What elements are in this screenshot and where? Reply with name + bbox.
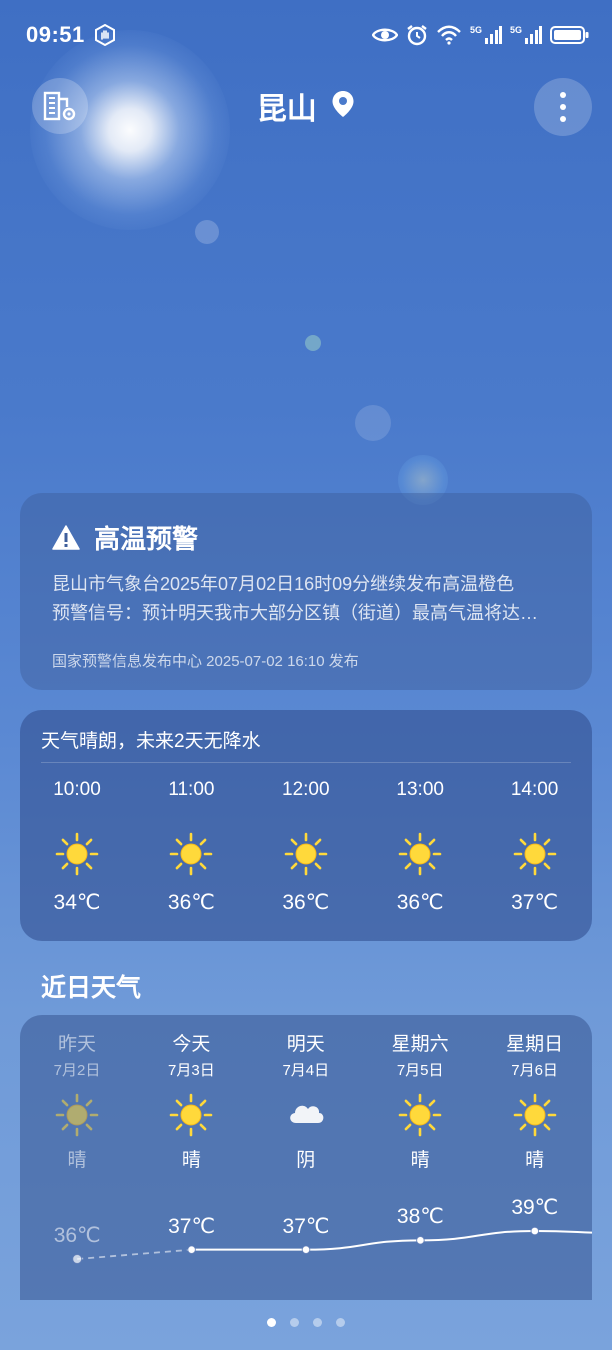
temperature-point <box>301 1245 311 1254</box>
recent-weather-title: 近日天气 <box>41 974 142 1002</box>
sun-icon <box>169 832 213 876</box>
weather-summary: 天气晴朗，未来2天无降水 <box>41 731 261 752</box>
sun-icon <box>55 832 99 876</box>
sun-icon <box>284 832 328 876</box>
hand-gesture-icon <box>94 23 116 47</box>
hour-item: 11:00 36℃ <box>134 778 248 915</box>
temperature-point <box>72 1254 83 1264</box>
alarm-icon <box>407 25 427 46</box>
hour-item: 13:00 36℃ <box>363 778 477 915</box>
status-icons: 5G 5G <box>372 22 590 48</box>
hour-time: 10:00 <box>53 779 101 800</box>
svg-text:5G: 5G <box>510 25 522 35</box>
wifi-icon <box>437 25 461 45</box>
warning-icon <box>52 524 80 550</box>
page-dot[interactable] <box>313 1318 322 1327</box>
hour-temperature: 37℃ <box>511 891 559 914</box>
day-high-temperature: 36℃ <box>53 1224 101 1247</box>
page-indicator[interactable] <box>0 1318 612 1327</box>
daily-forecast-card[interactable]: 昨天 7月2日晴今天 7月3日晴明天 7月4日阴星期六 7月5日晴星期日 7月6日晴 36… <box>20 1015 592 1300</box>
hour-temperature: 36℃ <box>282 891 330 914</box>
battery-icon <box>550 26 589 44</box>
temperature-curve <box>72 1226 592 1264</box>
warning-line-1: 昆山市气象台2025年07月02日16时09分继续发布高温橙色 <box>52 574 515 594</box>
day-high-temperature: 38℃ <box>396 1205 444 1229</box>
hour-time: 14:00 <box>510 779 559 800</box>
temperature-point <box>187 1245 196 1254</box>
hourly-forecast-card[interactable]: 天气晴朗，未来2天无降水 10:00 34℃ 11:00 36℃ 12:00 36℃ 13:… <box>20 710 592 941</box>
temperature-point <box>416 1236 425 1245</box>
svg-text:5G: 5G <box>470 25 482 35</box>
location-pin-icon <box>331 90 355 123</box>
page-dot[interactable] <box>336 1318 345 1327</box>
lens-flare <box>355 405 391 441</box>
more-vertical-icon <box>560 92 566 122</box>
warning-text: 昆山市气象台2025年07月02日16时09分继续发布高温橙色 预警信号：预计明… <box>52 570 560 628</box>
sun-icon <box>513 832 557 876</box>
lens-flare <box>305 335 321 351</box>
hour-temperature: 36℃ <box>396 891 444 914</box>
hour-time: 11:00 <box>168 779 215 800</box>
hour-temperature: 34℃ <box>53 891 101 914</box>
day-high-temperature: 39℃ <box>511 1196 559 1219</box>
temperature-point <box>530 1226 540 1236</box>
heat-warning-card[interactable]: 高温预警 昆山市气象台2025年07月02日16时09分继续发布高温橙色 预警信… <box>20 493 592 690</box>
warning-line-2: 预警信号：预计明天我市大部分区镇（街道）最高气温将达… <box>52 603 538 623</box>
header: 昆山 <box>0 84 612 128</box>
warning-source: 国家预警信息发布中心 2025-07-02 16:10 发布 <box>52 653 359 670</box>
divider <box>41 762 571 763</box>
warning-title: 高温预警 <box>94 524 199 554</box>
city-title[interactable]: 昆山 <box>257 93 317 126</box>
lens-flare <box>195 220 219 244</box>
sun-icon <box>398 832 442 876</box>
hour-time: 13:00 <box>396 779 444 800</box>
more-options-button[interactable] <box>534 78 592 136</box>
page-dot[interactable] <box>267 1318 276 1327</box>
past-temperature-line <box>77 1248 192 1260</box>
status-time: 09:51 <box>26 22 85 47</box>
status-bar: 09:51 5G 5G <box>0 0 612 70</box>
hour-item: 10:00 34℃ <box>20 778 134 915</box>
signal-5g-icon: 5G <box>510 25 542 44</box>
day-high-temperature: 37℃ <box>168 1214 216 1238</box>
hour-item: 12:00 36℃ <box>249 778 363 915</box>
hour-temperature: 36℃ <box>167 891 215 914</box>
hour-item: 14:00 37℃ <box>478 778 592 915</box>
page-dot[interactable] <box>290 1318 299 1327</box>
signal-5g-icon: 5G <box>470 25 502 44</box>
hour-time: 12:00 <box>282 779 330 800</box>
eye-icon <box>372 28 398 42</box>
day-high-temperature: 37℃ <box>282 1214 330 1238</box>
